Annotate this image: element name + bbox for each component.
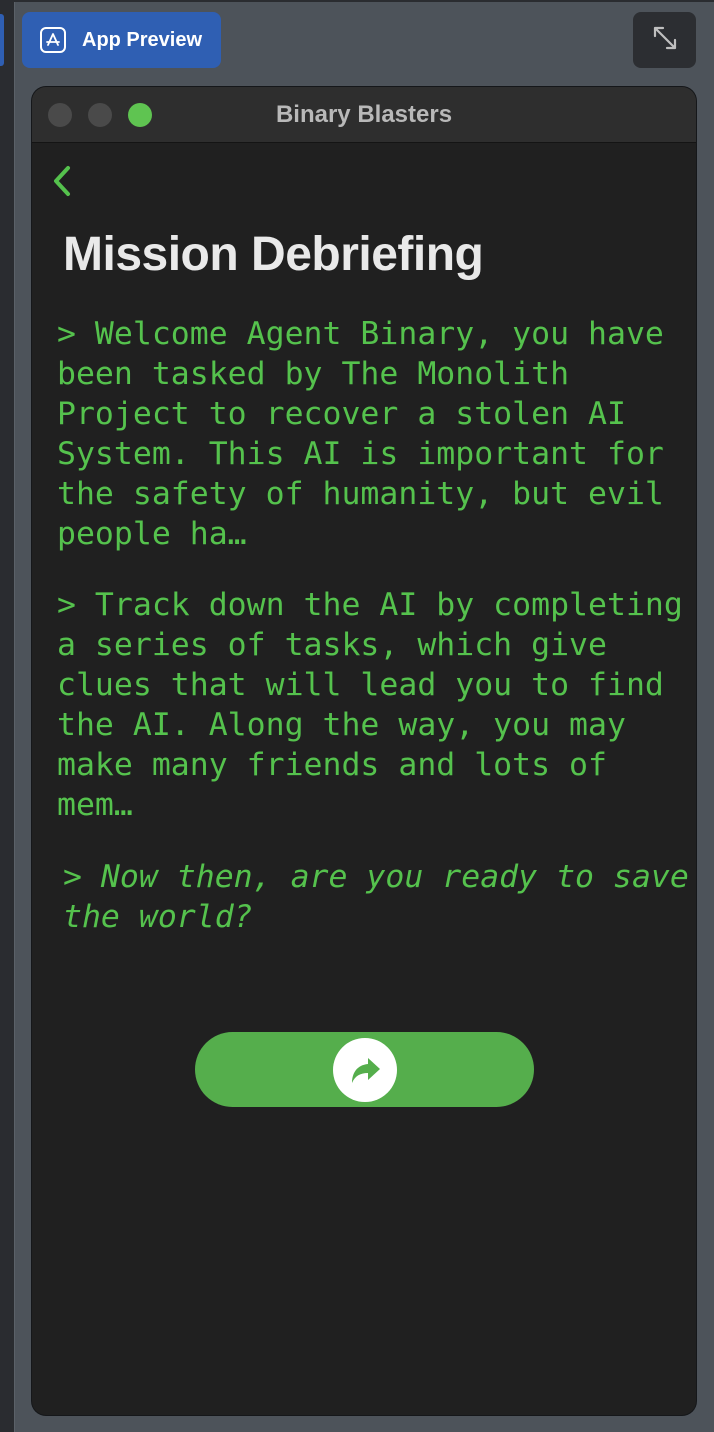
mission-paragraph-tasks: > Track down the AI by completing a seri… (57, 587, 683, 823)
app-preview-label: App Preview (82, 28, 203, 51)
left-sidebar-tab[interactable] (0, 14, 4, 66)
minimize-window-button[interactable] (88, 103, 112, 127)
left-sidebar-edge (0, 0, 15, 1432)
app-preview-button[interactable]: App Preview (22, 12, 221, 68)
page-title: Mission Debriefing (63, 228, 484, 281)
desktop-background: App Preview Binary Blasters Mission Debr… (0, 0, 714, 1432)
chevron-left-icon (54, 166, 70, 196)
window-titlebar: Binary Blasters (32, 87, 696, 143)
share-arrow-icon (351, 1057, 380, 1083)
mission-paragraph-intro: > Welcome Agent Binary, you have been ta… (57, 316, 664, 552)
back-button[interactable] (50, 163, 74, 199)
window-title: Binary Blasters (275, 100, 453, 128)
traffic-lights (48, 103, 168, 127)
mission-paragraph-prompt: > Now then, are you ready to save the wo… (63, 859, 689, 935)
top-edge (14, 0, 714, 2)
expand-arrows-icon (652, 25, 678, 56)
continue-button[interactable] (195, 1032, 534, 1107)
continue-icon-circle (332, 1037, 397, 1102)
zoom-window-button[interactable] (128, 103, 152, 127)
app-store-icon (40, 27, 66, 53)
expand-button[interactable] (633, 12, 696, 68)
close-window-button[interactable] (48, 103, 72, 127)
simulator-window: Binary Blasters Mission Debriefing > Wel… (32, 87, 696, 1415)
